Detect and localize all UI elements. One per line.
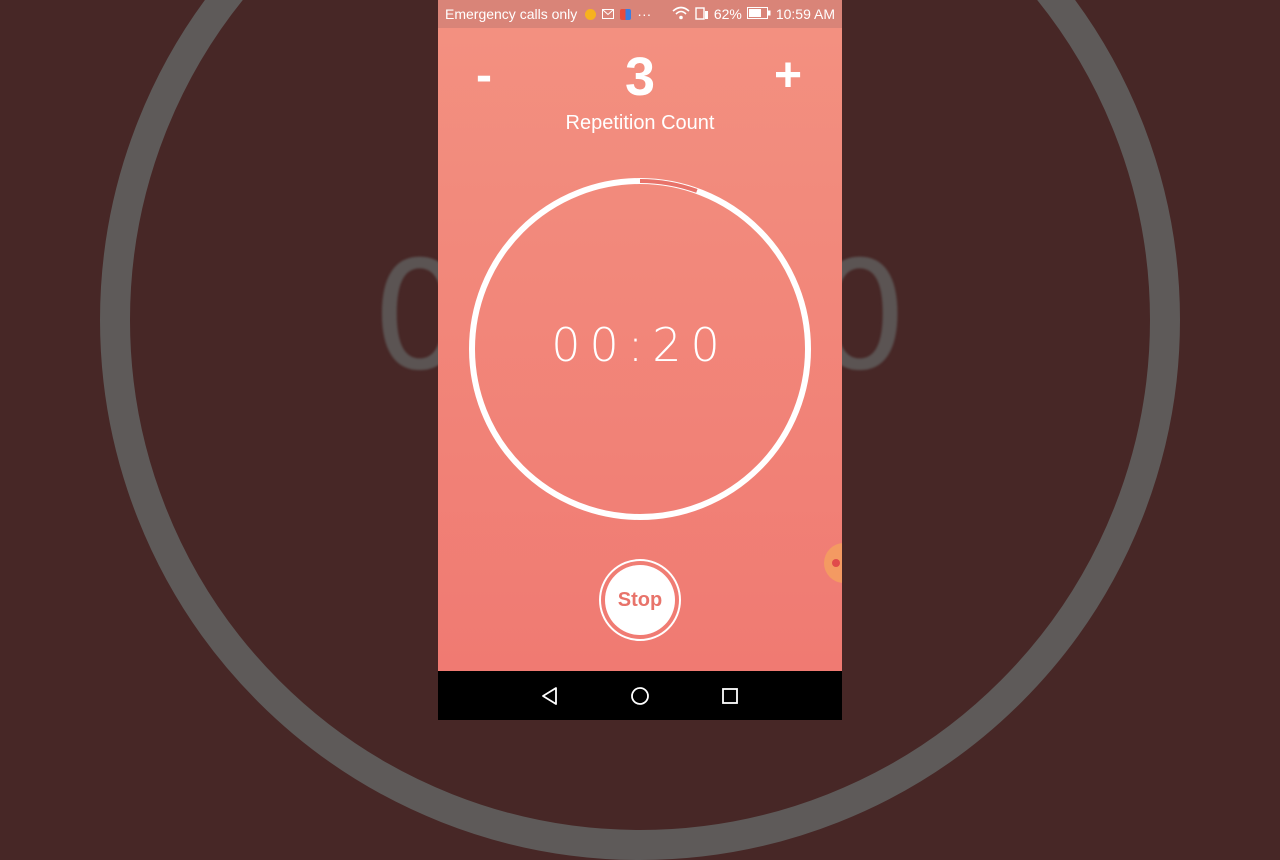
status-bar: Emergency calls only ··· 62% 10:59 AM	[438, 0, 842, 28]
stop-button[interactable]: Stop	[599, 559, 681, 641]
timer-app: - 3 + Repetition Count 00:20 Stop	[438, 28, 842, 671]
back-icon	[542, 686, 557, 705]
sim-icon	[695, 6, 709, 23]
more-notifications: ···	[637, 6, 652, 22]
clock-text: 10:59 AM	[775, 6, 835, 22]
app-notification-icon	[585, 8, 597, 20]
battery-percent: 62%	[713, 6, 742, 22]
wifi-icon	[672, 6, 690, 23]
home-button[interactable]	[625, 681, 655, 711]
recents-button[interactable]	[715, 681, 745, 711]
mail-icon	[602, 6, 615, 22]
battery-icon	[746, 6, 771, 22]
increment-button[interactable]: +	[774, 52, 802, 100]
repetition-count-label: Repetition Count	[565, 112, 715, 134]
recents-icon	[722, 687, 738, 704]
phone-screen: Emergency calls only ··· 62% 10:59 AM -	[438, 0, 842, 720]
record-dot-icon	[832, 559, 840, 567]
timer-display: 00:20	[551, 318, 729, 372]
stop-button-label: Stop	[605, 565, 675, 635]
floating-bubble[interactable]	[824, 543, 842, 583]
photos-icon	[620, 8, 632, 20]
carrier-text: Emergency calls only	[445, 6, 578, 22]
home-icon	[631, 686, 649, 705]
navigation-bar	[438, 671, 842, 720]
back-button[interactable]	[535, 681, 565, 711]
